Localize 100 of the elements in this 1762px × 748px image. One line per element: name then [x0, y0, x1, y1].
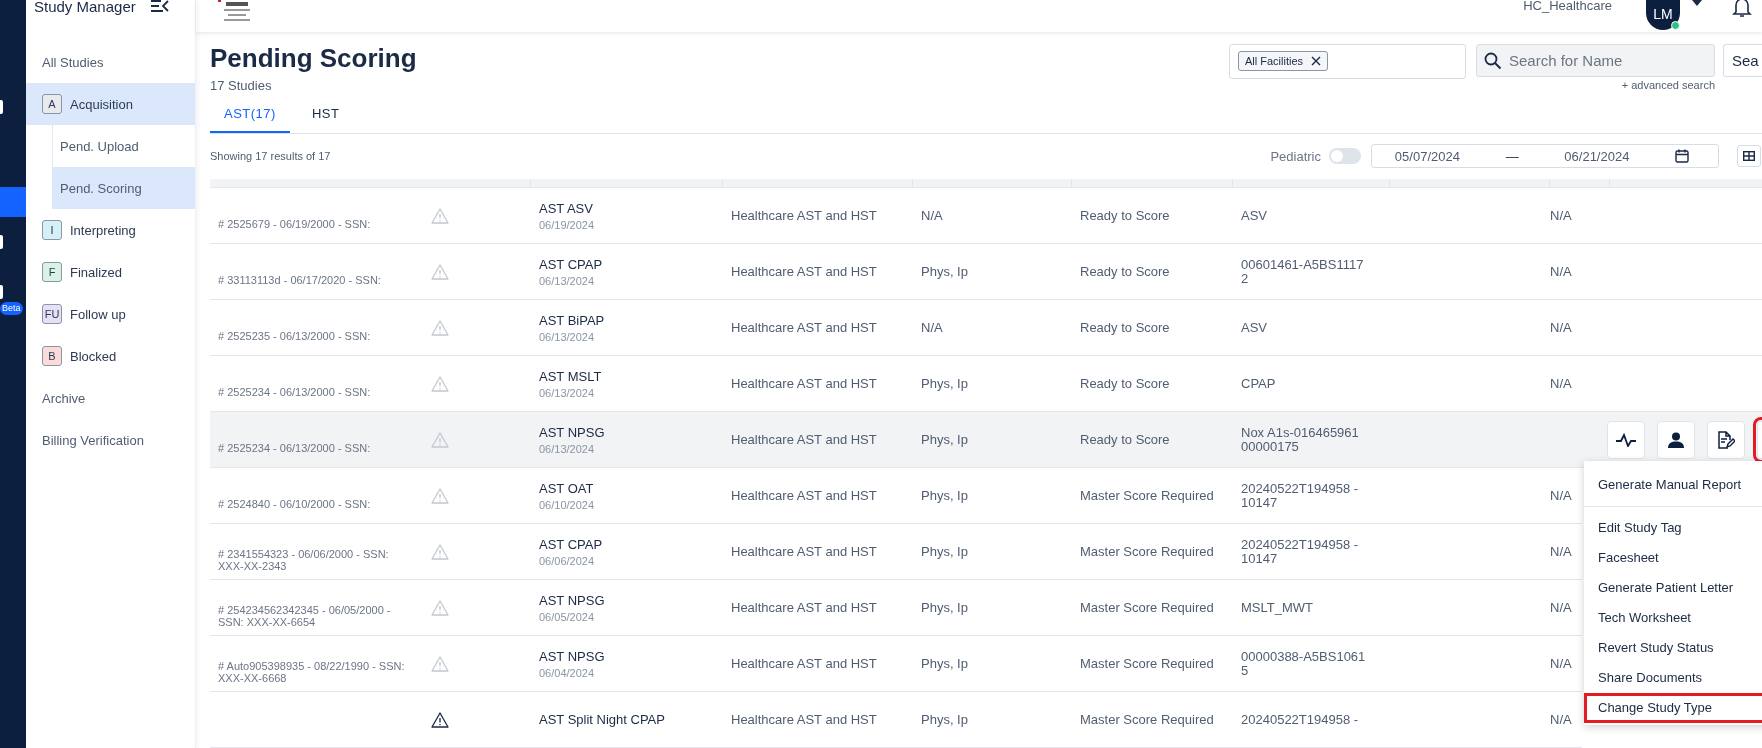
- facility-cell: Healthcare AST and HST: [731, 432, 877, 447]
- facility-cell: Healthcare AST and HST: [731, 712, 877, 727]
- table-row[interactable]: # 254234562342345 - 06/05/2000 - SSN: XXX-XX-6654 AST NPSG 06/05/2024 Healthcare AST and HST Phys, Ip Master Score Required MSLT_MWT N/A: [210, 580, 1582, 636]
- facility-cell: Healthcare AST and HST: [731, 320, 877, 335]
- facility-cell: Healthcare AST and HST: [731, 376, 877, 391]
- device-cell-text: ASV: [1241, 208, 1268, 223]
- status-cell: Master Score Required: [1080, 600, 1214, 615]
- table-row[interactable]: # 33113113d - 06/17/2020 - SSN: AST CPAP 06/13/2024 Healthcare AST and HST Phys, Ip Ready to Score 00601461-A5BS11172 N/A: [210, 244, 1762, 300]
- sidebar-item[interactable]: All Studies: [26, 41, 195, 83]
- study-date: 06/13/2024: [539, 330, 595, 343]
- status-cell: Ready to Score: [1080, 320, 1170, 335]
- avatar[interactable]: LM: [1646, 0, 1680, 30]
- sidebar-item[interactable]: FU Follow up: [26, 293, 195, 335]
- results-summary: Showing 17 results of 17: [210, 150, 331, 163]
- table-row[interactable]: # 2525235 - 06/13/2000 - SSN: AST BiPAP 06/13/2024 Healthcare AST and HST N/A Ready to Score ASV N/A: [210, 300, 1762, 356]
- status-cell: Ready to Score: [1080, 208, 1170, 223]
- physician-cell: Phys, Ip: [921, 544, 968, 559]
- date-range-field[interactable]: 05/07/2024 — 06/21/2024: [1371, 144, 1719, 169]
- sidebar-item[interactable]: B Blocked: [26, 335, 195, 377]
- menu-item[interactable]: Tech Worksheet: [1584, 603, 1762, 633]
- study-date: 06/13/2024: [539, 386, 595, 399]
- patient-id: # 2524840 - 06/10/2000 - SSN:: [218, 496, 372, 510]
- sidebar-item[interactable]: A Acquisition: [26, 83, 195, 125]
- physician-cell: Phys, Ip: [921, 432, 968, 447]
- sidebar-item[interactable]: Archive: [26, 377, 195, 419]
- sidebar-item[interactable]: I Interpreting: [26, 209, 195, 251]
- device-cell-text: 20240522T194958 -: [1241, 712, 1360, 727]
- status-cell: Master Score Required: [1080, 488, 1214, 503]
- study-count: 17 Studies: [210, 77, 273, 93]
- menu-item[interactable]: Facesheet: [1584, 543, 1762, 573]
- menu-item[interactable]: Generate Manual Report: [1584, 463, 1762, 507]
- patient-id: # 2525235 - 06/13/2000 - SSN:: [218, 328, 372, 342]
- advanced-search-link[interactable]: + advanced search: [1621, 78, 1715, 91]
- study-date: 06/04/2024: [539, 666, 595, 679]
- physician-cell: Phys, Ip: [921, 712, 968, 727]
- search-button[interactable]: Sea: [1723, 43, 1762, 77]
- sidebar-label: Blocked: [70, 348, 117, 364]
- facility-chip[interactable]: All Facilities: [1238, 51, 1329, 72]
- facility-cell: Healthcare AST and HST: [731, 544, 877, 559]
- patient-id: # 33113113d - 06/17/2020 - SSN:: [218, 272, 382, 286]
- sidebar-subitem[interactable]: Pend. Scoring: [52, 167, 195, 209]
- table-row[interactable]: # 2525679 - 06/19/2000 - SSN: AST ASV 06/19/2024 Healthcare AST and HST N/A Ready to Score ASV N/A: [210, 188, 1762, 244]
- tab[interactable]: HST: [297, 96, 354, 133]
- table-row[interactable]: # 2341554323 - 06/06/2000 - SSN: XXX-XX-2343 AST CPAP 06/06/2024 Healthcare AST and HST Phys, Ip Master Score Required 20240522T194958 - 10147 N/A: [210, 524, 1582, 580]
- search-field[interactable]: Search for Name: [1476, 43, 1715, 77]
- menu-item[interactable]: Generate Patient Letter: [1584, 573, 1762, 603]
- menu-item[interactable]: Share Documents: [1584, 663, 1762, 693]
- study-type: AST NPSG: [539, 424, 605, 440]
- study-date: 06/06/2024: [539, 554, 595, 567]
- study-type: AST CPAP: [539, 536, 603, 552]
- patient-id: # 2525234 - 06/13/2000 - SSN:: [218, 384, 372, 398]
- sidebar-label: Finalized: [70, 264, 123, 280]
- status-cell: Ready to Score: [1080, 432, 1170, 447]
- menu-item[interactable]: Edit Study Tag: [1584, 513, 1762, 543]
- study-date: 06/19/2024: [539, 218, 595, 231]
- facility-cell: Healthcare AST and HST: [731, 264, 877, 279]
- study-date: 06/13/2024: [539, 274, 595, 287]
- status-cell: Master Score Required: [1080, 712, 1214, 727]
- study-type: AST MSLT: [539, 368, 602, 384]
- user-name: HC_Healthcare: [1523, 0, 1612, 13]
- table-row[interactable]: # 2524840 - 06/10/2000 - SSN: AST OAT 06/10/2024 Healthcare AST and HST Phys, Ip Master Score Required 20240522T194958 - 10147 N/A: [210, 468, 1582, 524]
- physician-cell: Phys, Ip: [921, 656, 968, 671]
- sidebar-label: Follow up: [70, 306, 126, 322]
- menu-item[interactable]: Change Study Type: [1584, 693, 1762, 723]
- status-letter-badge: B: [42, 346, 62, 366]
- physician-cell: Phys, Ip: [921, 600, 968, 615]
- device-cell-text: MSLT_MWT: [1241, 600, 1314, 615]
- facility-filter-field[interactable]: All Facilities: [1229, 43, 1466, 79]
- page-title: Pending Scoring: [210, 43, 417, 72]
- facility-cell: Healthcare AST and HST: [731, 656, 877, 671]
- facility-cell: Healthcare AST and HST: [731, 488, 877, 503]
- study-type: AST NPSG: [539, 648, 605, 664]
- device-cell-text: 20240522T194958 - 10147: [1241, 537, 1360, 566]
- facility-cell: Healthcare AST and HST: [731, 600, 877, 615]
- status-letter-badge: FU: [42, 304, 62, 324]
- sidebar-label: Interpreting: [70, 222, 136, 238]
- patient-id: # 2525679 - 06/19/2000 - SSN:: [218, 216, 372, 230]
- table-row[interactable]: # Auto905398935 - 08/22/1990 - SSN: XXX-XX-6668 AST NPSG 06/04/2024 Healthcare AST and HST Phys, Ip Master Score Required 00000388-A5BS10615 N/A: [210, 636, 1582, 692]
- status-cell: Ready to Score: [1080, 264, 1170, 279]
- study-date: 06/10/2024: [539, 498, 595, 511]
- study-type: AST NPSG: [539, 592, 605, 608]
- status-cell: Master Score Required: [1080, 544, 1214, 559]
- patient-id: # 2525234 - 06/13/2000 - SSN:: [218, 440, 372, 454]
- patient-id: # Auto905398935 - 08/22/1990 - SSN: XXX-XX-6668: [218, 658, 406, 684]
- tab[interactable]: AST(17): [210, 96, 290, 133]
- patient-id: # 2341554323 - 06/06/2000 - SSN: XXX-XX-2343: [218, 546, 390, 572]
- device-cell-text: 20240522T194958 - 10147: [1241, 481, 1360, 510]
- physician-cell: Phys, Ip: [921, 488, 968, 503]
- study-type: AST ASV: [539, 200, 593, 216]
- sidebar-label: Acquisition: [70, 96, 133, 112]
- study-type: AST BiPAP: [539, 312, 605, 328]
- study-type: AST CPAP: [539, 256, 603, 272]
- sidebar-item[interactable]: Billing Verification: [26, 419, 195, 461]
- menu-item[interactable]: Revert Study Status: [1584, 633, 1762, 663]
- pediatric-label: Pediatric: [1270, 148, 1321, 164]
- table-row[interactable]: AST Split Night CPAP Healthcare AST and HST Phys, Ip Master Score Required 20240522T194958 - N/A: [210, 692, 1582, 748]
- sidebar-item[interactable]: F Finalized: [26, 251, 195, 293]
- status-cell: Ready to Score: [1080, 376, 1170, 391]
- study-date: 06/13/2024: [539, 442, 595, 455]
- study-type: AST OAT: [539, 480, 594, 496]
